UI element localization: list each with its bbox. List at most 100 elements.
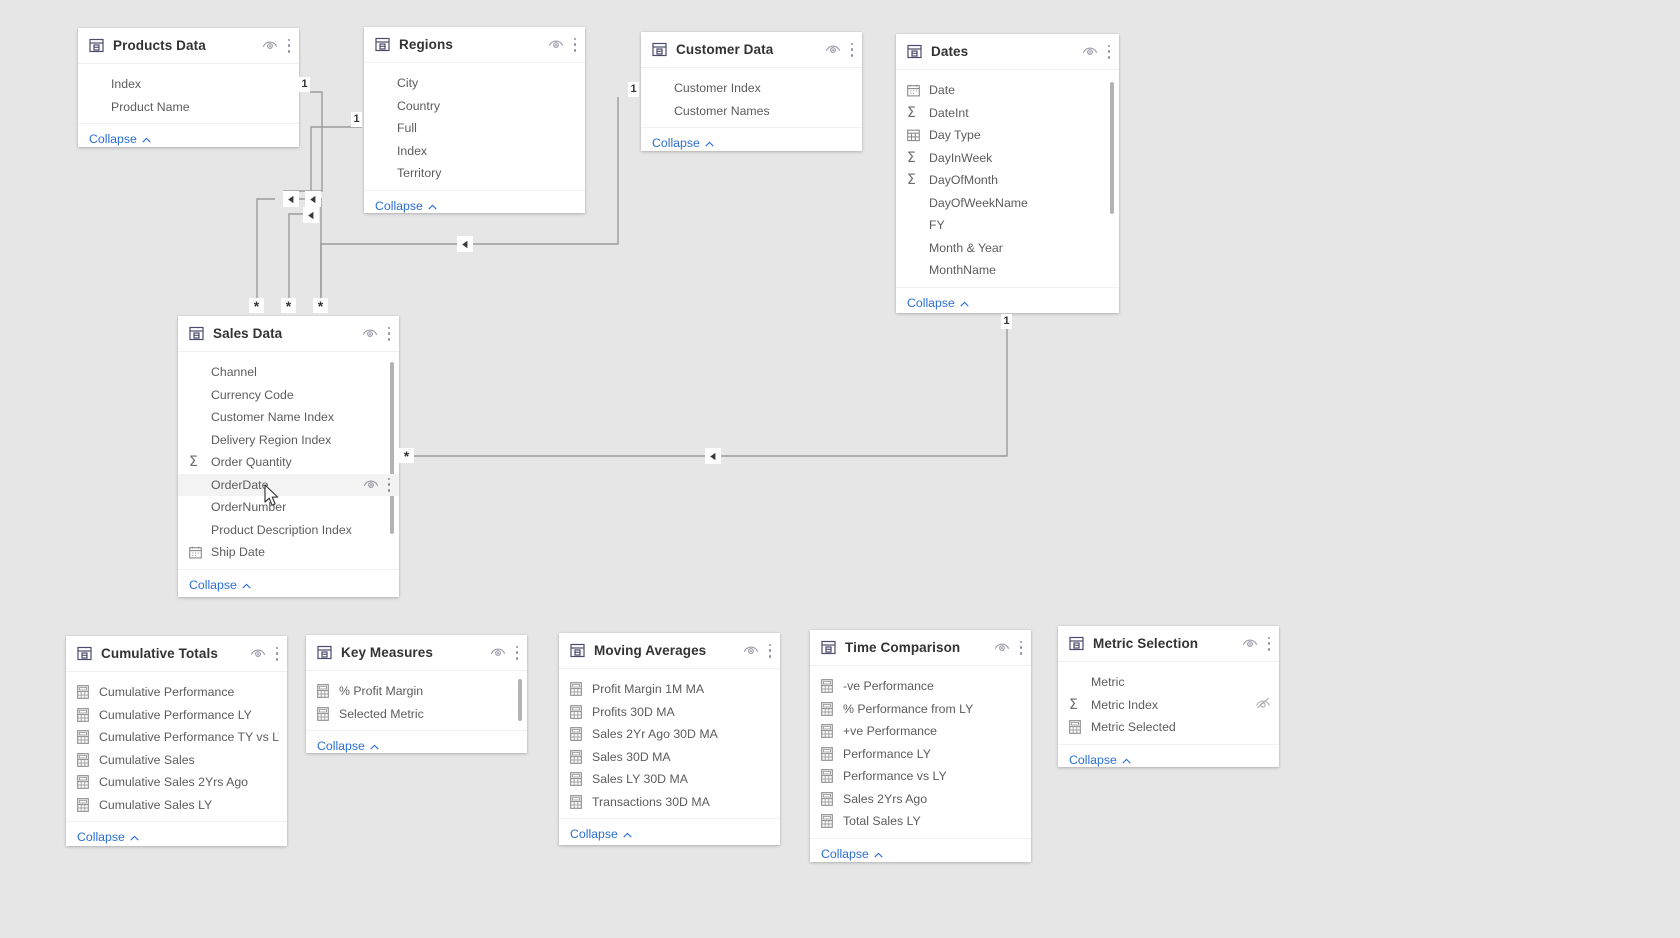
field-row[interactable]: Metric Selected	[1058, 716, 1279, 739]
field-row[interactable]: Cumulative Sales LY	[66, 794, 287, 817]
field-row[interactable]: Country	[364, 95, 585, 118]
preview-data-icon[interactable]	[1082, 43, 1098, 61]
table-card-header[interactable]: Products Data	[78, 28, 299, 64]
field-row[interactable]: DayOfWeekName	[896, 192, 1119, 215]
field-row[interactable]: Sales 2Yr Ago 30D MA	[559, 723, 780, 746]
more-options-icon[interactable]	[387, 326, 391, 341]
table-card-header[interactable]: Key Measures	[306, 635, 527, 671]
more-options-icon[interactable]	[1019, 640, 1023, 655]
field-row[interactable]: Index	[364, 140, 585, 163]
field-row[interactable]: % Profit Margin	[306, 680, 527, 703]
table-card-header[interactable]: Customer Data	[641, 32, 862, 68]
field-row[interactable]: Σ DateInt	[896, 102, 1119, 125]
field-row[interactable]: Cumulative Sales 2Yrs Ago	[66, 771, 287, 794]
preview-data-icon[interactable]	[825, 41, 841, 59]
field-row[interactable]: OrderNumber	[178, 496, 399, 519]
field-row[interactable]: Performance LY	[810, 743, 1031, 766]
field-row[interactable]: Metric	[1058, 671, 1279, 694]
table-card-header[interactable]: Metric Selection	[1058, 626, 1279, 662]
more-options-icon[interactable]	[1107, 44, 1111, 59]
field-row[interactable]: FY	[896, 214, 1119, 237]
collapse-button[interactable]: Collapse	[907, 296, 969, 310]
collapse-button[interactable]: Collapse	[89, 132, 151, 146]
preview-data-icon[interactable]	[743, 642, 759, 660]
field-row[interactable]: Delivery Region Index	[178, 429, 399, 452]
table-card-time-comparison[interactable]: Time Comparison -ve Performance % Perfor…	[810, 630, 1031, 862]
more-options-icon[interactable]	[768, 643, 772, 658]
field-row[interactable]: Customer Names	[641, 100, 862, 123]
field-row[interactable]: Σ DayInWeek	[896, 147, 1119, 170]
field-row[interactable]: Cumulative Sales	[66, 749, 287, 772]
table-card-sales-data[interactable]: Sales Data Channel Currency Code Customer …	[178, 316, 399, 597]
collapse-button[interactable]: Collapse	[570, 827, 632, 841]
collapse-button[interactable]: Collapse	[317, 739, 379, 753]
more-options-icon[interactable]	[287, 38, 291, 53]
field-row[interactable]: Profit Margin 1M MA	[559, 678, 780, 701]
field-row[interactable]: Ship Date	[178, 541, 399, 564]
collapse-button[interactable]: Collapse	[821, 847, 883, 861]
relationship-line[interactable]	[411, 329, 1008, 457]
field-row[interactable]: Σ Order Quantity	[178, 451, 399, 474]
field-row[interactable]: Cumulative Performance TY vs LY	[66, 726, 287, 749]
field-row[interactable]: Performance vs LY	[810, 765, 1031, 788]
field-row[interactable]: % Performance from LY	[810, 698, 1031, 721]
table-card-header[interactable]: Regions	[364, 27, 585, 63]
field-row[interactable]: Cumulative Performance LY	[66, 704, 287, 727]
field-row[interactable]: Σ DayOfMonth	[896, 169, 1119, 192]
more-options-icon[interactable]	[850, 42, 854, 57]
field-row[interactable]: Product Description Index	[178, 519, 399, 542]
model-view-canvas[interactable]: Products Data Index Product Name Collapse …	[0, 0, 1680, 938]
preview-data-icon[interactable]	[250, 645, 266, 663]
field-row[interactable]: City	[364, 72, 585, 95]
field-row[interactable]: Sales 30D MA	[559, 746, 780, 769]
field-row[interactable]: Selected Metric	[306, 703, 527, 726]
relationship-line[interactable]	[288, 126, 362, 305]
preview-data-icon[interactable]	[490, 644, 506, 662]
field-row[interactable]: Sales 2Yrs Ago	[810, 788, 1031, 811]
table-card-customer-data[interactable]: Customer Data Customer Index Customer Nam…	[641, 32, 862, 151]
table-card-header[interactable]: Dates	[896, 34, 1119, 70]
preview-data-icon[interactable]	[262, 37, 278, 55]
field-row[interactable]: Territory	[364, 162, 585, 185]
table-card-header[interactable]: Cumulative Totals	[66, 636, 287, 672]
more-options-icon[interactable]	[515, 645, 519, 660]
field-row[interactable]: Σ Metric Index	[1058, 694, 1279, 717]
field-row[interactable]: Full	[364, 117, 585, 140]
field-row[interactable]: OrderDate	[178, 473, 399, 496]
field-row[interactable]: Customer Name Index	[178, 406, 399, 429]
more-options-icon[interactable]	[573, 37, 577, 52]
preview-data-icon[interactable]	[363, 477, 379, 492]
collapse-button[interactable]: Collapse	[375, 199, 437, 213]
field-row[interactable]: Profits 30D MA	[559, 701, 780, 724]
field-row[interactable]: Month & Year	[896, 237, 1119, 260]
field-row[interactable]: Total Sales LY	[810, 810, 1031, 833]
collapse-button[interactable]: Collapse	[652, 136, 714, 150]
preview-data-icon[interactable]	[362, 325, 378, 343]
table-card-cumulative-totals[interactable]: Cumulative Totals Cumulative Performance…	[66, 636, 287, 846]
field-row[interactable]: Customer Index	[641, 77, 862, 100]
field-row[interactable]: Channel	[178, 361, 399, 384]
field-row[interactable]: +ve Performance	[810, 720, 1031, 743]
field-row[interactable]: Day Type	[896, 124, 1119, 147]
field-row[interactable]: Sales LY 30D MA	[559, 768, 780, 791]
field-row[interactable]: Cumulative Performance	[66, 681, 287, 704]
more-options-icon[interactable]	[387, 477, 391, 492]
more-options-icon[interactable]	[1267, 636, 1271, 651]
field-row[interactable]: Product Name	[78, 96, 299, 119]
preview-data-icon[interactable]	[1242, 635, 1258, 653]
table-card-regions[interactable]: Regions City Country Full Index Territory Col…	[364, 27, 585, 213]
collapse-button[interactable]: Collapse	[189, 578, 251, 592]
table-card-products-data[interactable]: Products Data Index Product Name Collapse	[78, 28, 299, 147]
table-card-moving-averages[interactable]: Moving Averages Profit Margin 1M MA Prof…	[559, 633, 780, 845]
preview-data-icon[interactable]	[548, 36, 564, 54]
field-row[interactable]: Index	[78, 73, 299, 96]
table-card-header[interactable]: Time Comparison	[810, 630, 1031, 666]
field-row[interactable]: MonthName	[896, 259, 1119, 282]
collapse-button[interactable]: Collapse	[1069, 753, 1131, 767]
hidden-field-icon[interactable]	[1255, 697, 1271, 712]
preview-data-icon[interactable]	[994, 639, 1010, 657]
table-card-key-measures[interactable]: Key Measures % Profit Margin Selected Me…	[306, 635, 527, 753]
collapse-button[interactable]: Collapse	[77, 830, 139, 844]
more-options-icon[interactable]	[275, 646, 279, 661]
field-row[interactable]: Date	[896, 79, 1119, 102]
